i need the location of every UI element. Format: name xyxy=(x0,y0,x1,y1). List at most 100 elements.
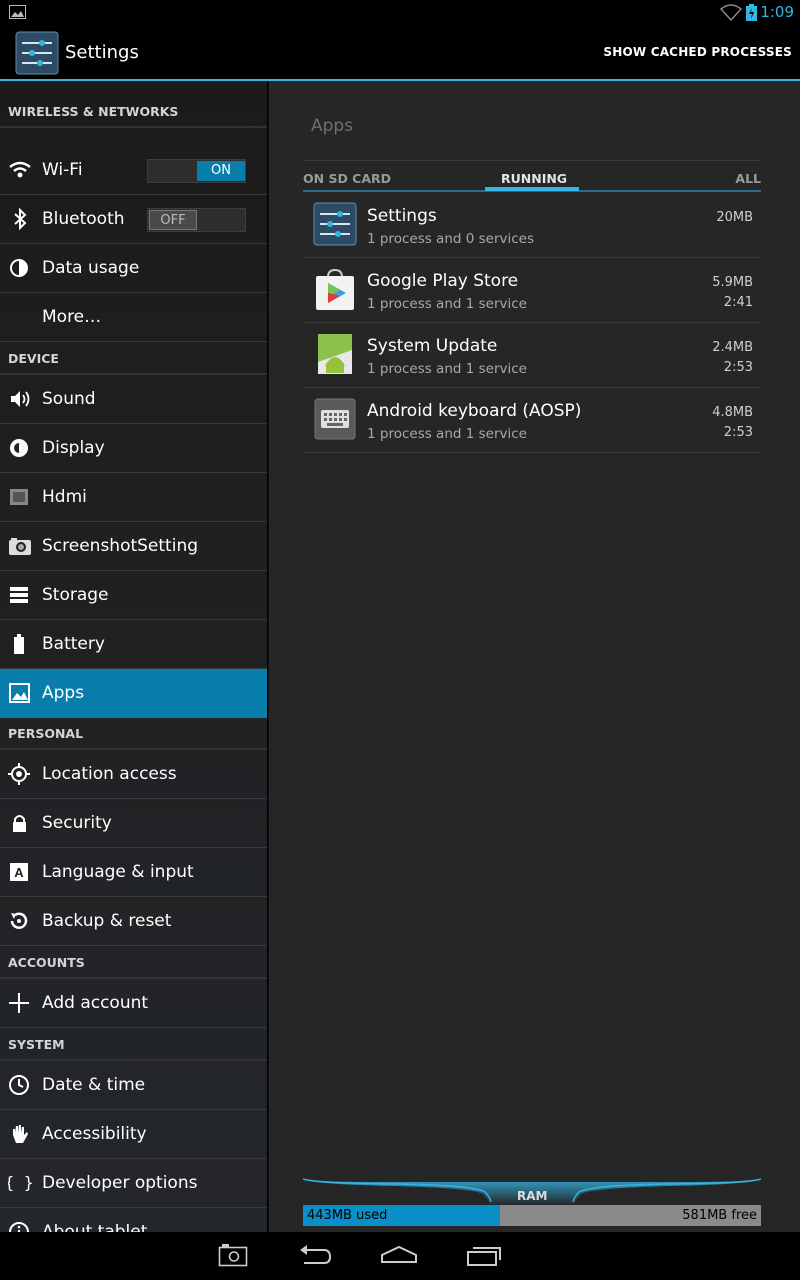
lock-icon xyxy=(13,815,26,832)
sidebar-item-label: Language & input xyxy=(42,862,194,882)
speaker-icon xyxy=(11,391,30,407)
process-description: 1 process and 0 services xyxy=(367,231,535,247)
sidebar-item-backup[interactable]: Backup & reset xyxy=(0,897,267,946)
process-memory: 5.9MB xyxy=(712,275,753,290)
process-item-settings[interactable]: Settings 1 process and 0 services 20MB xyxy=(303,193,761,258)
ram-usage-bar: 443MB used 581MB free xyxy=(303,1205,761,1226)
sidebar-item-label: ScreenshotSetting xyxy=(42,536,199,556)
sidebar-item-language[interactable]: A Language & input xyxy=(0,848,267,897)
sidebar-item-label: Bluetooth xyxy=(42,209,125,229)
sidebar-item-label: Data usage xyxy=(42,258,140,278)
section-header-device: DEVICE xyxy=(0,339,267,375)
sidebar-item-data-usage[interactable]: Data usage xyxy=(0,244,267,293)
sidebar-item-sound[interactable]: Sound xyxy=(0,375,267,424)
sidebar-item-label: Backup & reset xyxy=(42,911,172,931)
sidebar-item-label: Add account xyxy=(42,993,149,1013)
show-cached-processes-button[interactable]: SHOW CACHED PROCESSES xyxy=(603,45,792,59)
bluetooth-icon xyxy=(14,208,27,230)
section-header-system: SYSTEM xyxy=(0,1025,267,1061)
ram-free-text: 581MB free xyxy=(682,1208,757,1223)
sidebar-item-add-account[interactable]: Add account xyxy=(0,979,267,1028)
process-item-play-store[interactable]: Google Play Store 1 process and 1 servic… xyxy=(303,258,761,323)
picture-notification-icon xyxy=(9,5,26,19)
settings-app-icon[interactable] xyxy=(15,31,59,75)
sidebar-item-security[interactable]: Security xyxy=(0,799,267,848)
plus-icon xyxy=(9,993,29,1013)
sidebar-item-location[interactable]: Location access xyxy=(0,750,267,799)
process-item-keyboard[interactable]: Android keyboard (AOSP) 1 process and 1 … xyxy=(303,388,761,453)
braces-icon: { } xyxy=(8,1173,32,1192)
apps-icon xyxy=(9,683,30,703)
location-icon xyxy=(8,763,30,785)
storage-icon xyxy=(10,587,28,603)
svg-text:A: A xyxy=(14,865,24,880)
toggle-knob: OFF xyxy=(149,210,197,230)
section-header-personal: PERSONAL xyxy=(0,714,267,750)
sidebar-item-label: More… xyxy=(42,307,102,327)
sidebar-item-display[interactable]: Display xyxy=(0,424,267,473)
keyboard-icon xyxy=(314,398,356,440)
sidebar-item-label: Developer options xyxy=(42,1173,198,1193)
sidebar-item-label: Location access xyxy=(42,764,177,784)
sidebar-item-accessibility[interactable]: Accessibility xyxy=(0,1110,267,1159)
svg-text:{ }: { } xyxy=(8,1173,32,1192)
process-name: Google Play Store xyxy=(367,271,519,291)
process-description: 1 process and 1 service xyxy=(367,296,527,312)
sidebar-item-battery[interactable]: Battery xyxy=(0,620,267,669)
back-icon[interactable] xyxy=(298,1242,332,1268)
tab-all[interactable]: ALL xyxy=(735,171,761,186)
wifi-signal-icon xyxy=(720,4,742,21)
clock-icon xyxy=(9,1075,29,1095)
screenshot-nav-icon[interactable] xyxy=(218,1242,248,1268)
sidebar-item-more[interactable]: More… xyxy=(0,293,267,342)
hand-icon xyxy=(13,1125,28,1143)
sidebar-item-wifi[interactable]: Wi-Fi ON xyxy=(0,146,267,195)
sidebar-item-label: Date & time xyxy=(42,1075,146,1095)
pane-title: Apps xyxy=(311,116,354,136)
sidebar-item-bluetooth[interactable]: Bluetooth OFF xyxy=(0,195,267,244)
sidebar-item-label: Battery xyxy=(42,634,105,654)
process-memory: 4.8MB xyxy=(712,405,753,420)
sidebar-item-hdmi[interactable]: Hdmi xyxy=(0,473,267,522)
settings-app-icon xyxy=(313,202,357,246)
backup-restore-icon xyxy=(10,912,28,929)
status-bar: 1:09 xyxy=(0,0,800,25)
home-icon[interactable] xyxy=(380,1242,418,1268)
navigation-bar xyxy=(0,1232,800,1280)
sidebar-item-screenshot[interactable]: ScreenshotSetting xyxy=(0,522,267,571)
section-header-accounts: ACCOUNTS xyxy=(0,943,267,979)
info-icon xyxy=(9,1222,29,1232)
process-name: Settings xyxy=(367,206,437,226)
sidebar-item-storage[interactable]: Storage xyxy=(0,571,267,620)
toggle-knob: ON xyxy=(197,161,245,181)
sidebar-item-date-time[interactable]: Date & time xyxy=(0,1061,267,1110)
sidebar-item-label: Hdmi xyxy=(42,487,87,507)
sidebar-item-label: Wi-Fi xyxy=(42,160,83,180)
process-memory: 2.4MB xyxy=(712,340,753,355)
process-memory: 20MB xyxy=(716,210,753,225)
hdmi-icon xyxy=(10,489,28,505)
bluetooth-toggle[interactable]: OFF xyxy=(147,208,246,232)
sidebar-item-developer[interactable]: { } Developer options xyxy=(0,1159,267,1208)
process-item-system-update[interactable]: System Update 1 process and 1 service 2.… xyxy=(303,323,761,388)
play-store-icon xyxy=(316,268,354,310)
wifi-toggle[interactable]: ON xyxy=(147,159,246,183)
battery-icon xyxy=(14,634,24,654)
sidebar-item-apps[interactable]: Apps xyxy=(0,669,267,718)
sidebar-item-label: Apps xyxy=(42,683,85,703)
camera-icon xyxy=(9,538,31,555)
status-time: 1:09 xyxy=(760,3,794,21)
recent-apps-icon[interactable] xyxy=(466,1242,502,1268)
tab-running[interactable]: RUNNING xyxy=(501,171,567,186)
sidebar-item-label: Sound xyxy=(42,389,96,409)
keyboard-letter-icon: A xyxy=(10,863,28,881)
process-name: Android keyboard (AOSP) xyxy=(367,401,582,421)
settings-sidebar: WIRELESS & NETWORKS Wi-Fi ON Bluetooth O… xyxy=(0,81,267,1232)
sidebar-item-about[interactable]: About tablet xyxy=(0,1208,267,1232)
tab-on-sd-card[interactable]: ON SD CARD xyxy=(303,171,391,186)
process-description: 1 process and 1 service xyxy=(367,426,527,442)
sidebar-item-label: Storage xyxy=(42,585,109,605)
section-header-wireless: WIRELESS & NETWORKS xyxy=(0,92,267,128)
data-usage-icon xyxy=(10,259,28,277)
battery-charging-icon xyxy=(746,4,757,21)
